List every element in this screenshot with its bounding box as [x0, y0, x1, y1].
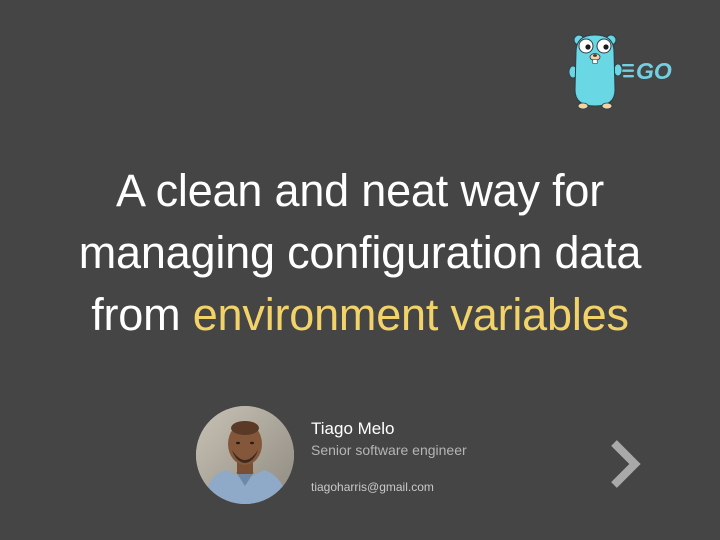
author-name: Tiago Melo	[311, 419, 395, 438]
next-slide-button[interactable]	[602, 436, 648, 492]
author-email[interactable]: tiagoharris@gmail.com	[311, 479, 434, 495]
title-line-2: managing configuration data	[78, 227, 642, 278]
go-gopher-logo: GO	[568, 34, 672, 110]
title-line-3-prefix: from	[91, 289, 193, 340]
slide-title: A clean and neat way for managing config…	[0, 160, 720, 346]
author-role: Senior software engineer	[311, 442, 467, 458]
author-avatar	[196, 406, 294, 504]
go-logo-text: GO	[636, 58, 672, 84]
title-line-3: from environment variables	[0, 284, 720, 346]
avatar-photo	[196, 406, 294, 504]
slide: GO A clean and neat way for managing con…	[0, 0, 720, 540]
title-highlight: environment variables	[192, 289, 629, 340]
chevron-right-icon	[611, 440, 641, 488]
title-line-1: A clean and neat way for	[115, 165, 605, 216]
gopher-icon	[568, 34, 623, 110]
